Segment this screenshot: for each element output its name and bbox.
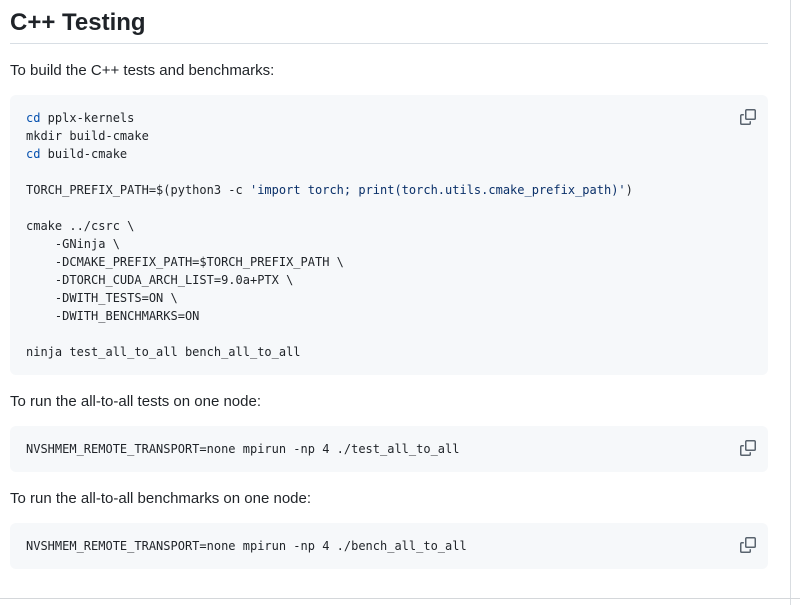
code-content-benchmarks: NVSHMEM_REMOTE_TRANSPORT=none mpirun -np… bbox=[26, 537, 752, 555]
code-block-benchmarks: NVSHMEM_REMOTE_TRANSPORT=none mpirun -np… bbox=[10, 523, 768, 569]
page-title: C++ Testing bbox=[10, 9, 768, 44]
intro-paragraph-tests: To run the all-to-all tests on one node: bbox=[10, 391, 768, 412]
intro-paragraph-benchmarks: To run the all-to-all benchmarks on one … bbox=[10, 488, 768, 509]
code-content-tests: NVSHMEM_REMOTE_TRANSPORT=none mpirun -np… bbox=[26, 440, 752, 458]
copy-button[interactable] bbox=[738, 438, 758, 458]
code-block-tests: NVSHMEM_REMOTE_TRANSPORT=none mpirun -np… bbox=[10, 426, 768, 472]
copy-icon bbox=[740, 537, 756, 553]
copy-icon bbox=[740, 440, 756, 456]
page-bottom-border bbox=[0, 598, 800, 599]
copy-button[interactable] bbox=[738, 107, 758, 127]
copy-icon bbox=[740, 109, 756, 125]
readme-page: C++ Testing To build the C++ tests and b… bbox=[0, 0, 800, 605]
code-content-build: cd pplx-kernelsmkdir build-cmakecd build… bbox=[26, 109, 752, 361]
code-block-build: cd pplx-kernelsmkdir build-cmakecd build… bbox=[10, 95, 768, 375]
copy-button[interactable] bbox=[738, 535, 758, 555]
intro-paragraph-build: To build the C++ tests and benchmarks: bbox=[10, 60, 768, 81]
markdown-body: C++ Testing To build the C++ tests and b… bbox=[10, 0, 768, 585]
page-right-border bbox=[790, 0, 791, 605]
